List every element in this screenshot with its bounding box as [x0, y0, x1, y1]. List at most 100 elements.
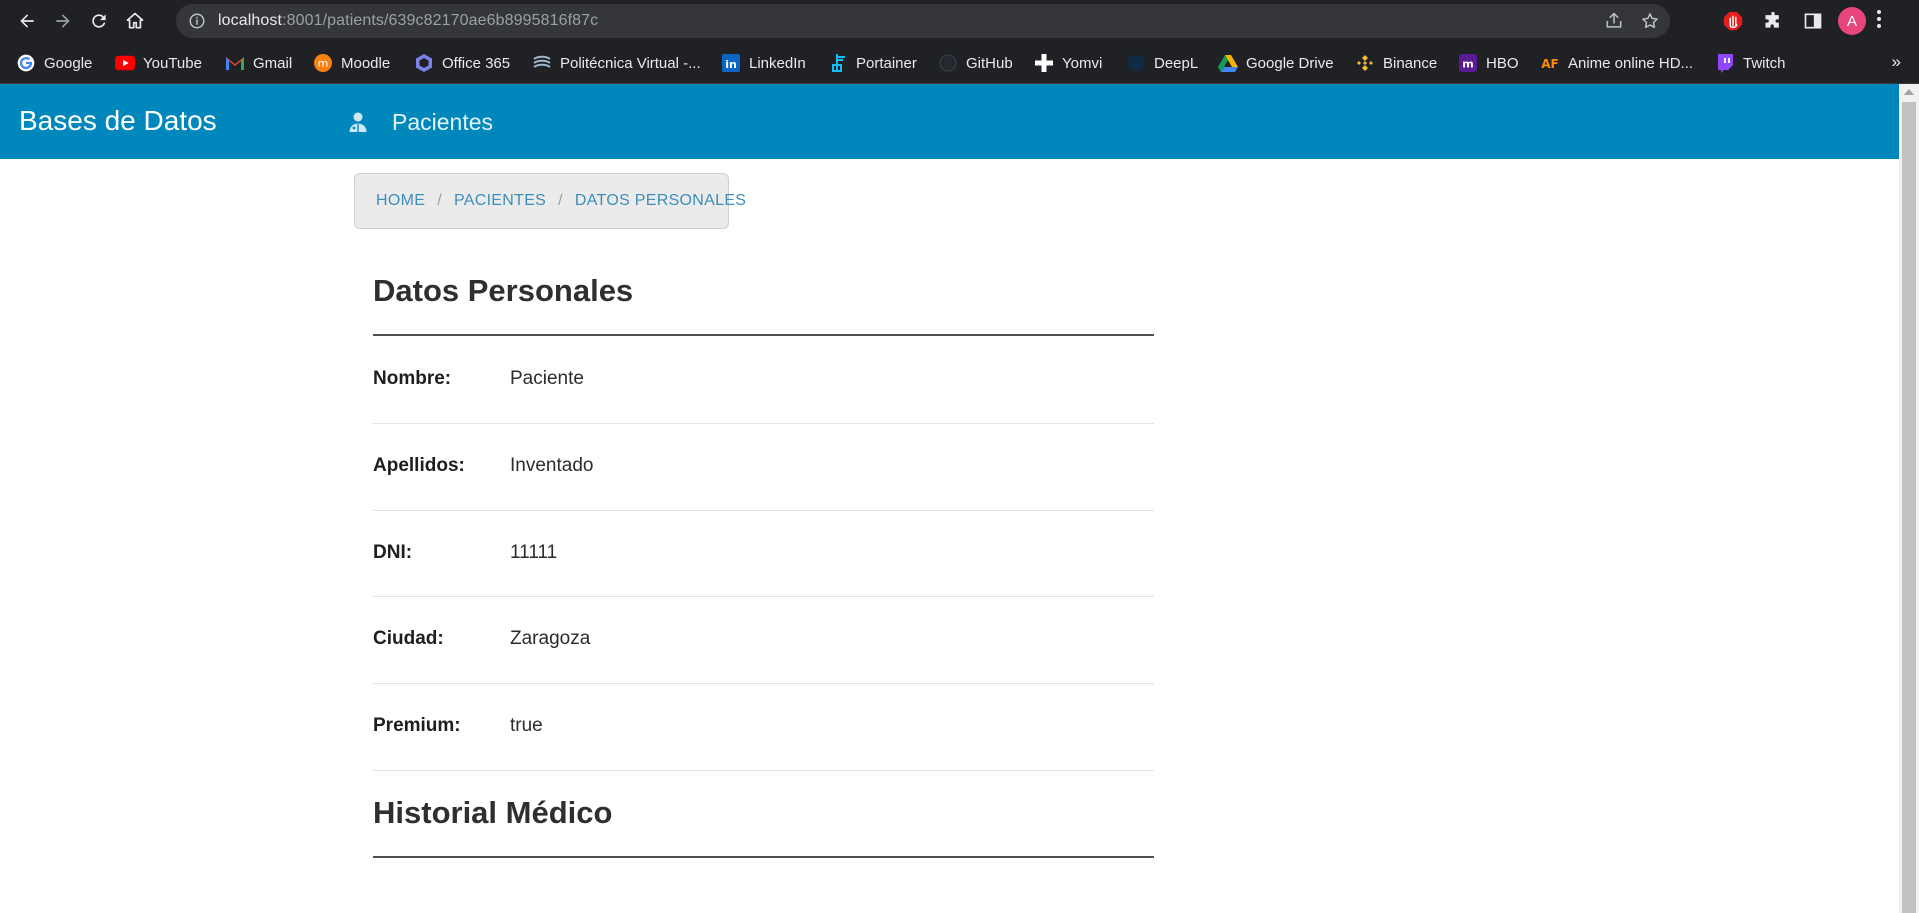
url-path: :8001/patients/639c82170ae6b8995816f87c [282, 12, 599, 29]
reload-button[interactable] [81, 3, 117, 39]
bookmark-gmail[interactable]: Gmail [225, 51, 292, 75]
home-button[interactable] [117, 3, 153, 39]
row-divider [373, 510, 1154, 511]
bookmarks-overflow-button[interactable]: » [1892, 52, 1901, 72]
bookmark-label: Google [44, 54, 93, 72]
page-scrollbar[interactable] [1899, 84, 1919, 913]
google-icon [16, 53, 36, 73]
bookmark-portainer[interactable]: Portainer [828, 51, 917, 75]
forward-button[interactable] [45, 3, 81, 39]
bookmarks-bar: Google YouTube Gmail m Moodle Office 365… [0, 42, 1919, 84]
bookmark-label: Google Drive [1246, 54, 1334, 72]
user-doctor-icon [349, 112, 367, 132]
nav-pacientes-label: Pacientes [392, 108, 494, 135]
row-divider [373, 596, 1154, 597]
field-value-apellidos: Inventado [510, 455, 594, 476]
bookmark-label: Anime online HD... [1568, 54, 1694, 72]
bookmark-label: LinkedIn [749, 54, 806, 72]
bookmark-binance[interactable]: Binance [1355, 51, 1437, 75]
arrow-right-icon [56, 14, 70, 28]
side-panel-button[interactable] [1798, 6, 1828, 36]
bookmark-linkedin[interactable]: in LinkedIn [721, 51, 806, 75]
adblock-extension[interactable] [1718, 6, 1748, 36]
breadcrumb: HOME / PACIENTES / DATOS PERSONALES [354, 173, 746, 229]
reload-icon [92, 14, 106, 28]
field-value-dni: 11111 [510, 542, 558, 563]
field-label-apellidos: Apellidos: [373, 455, 465, 476]
extensions-area: A [1718, 3, 1882, 39]
bookmark-anime-online[interactable]: AF Anime online HD... [1540, 51, 1693, 75]
bookmark-youtube[interactable]: YouTube [115, 51, 202, 75]
url-text[interactable]: localhost:8001/patients/639c82170ae6b899… [218, 12, 598, 30]
bookmark-label: Gmail [253, 54, 293, 72]
bookmark-label: Binance [1383, 54, 1438, 72]
field-label-premium: Premium: [373, 715, 461, 736]
bookmark-deepl[interactable]: DeepL [1126, 51, 1198, 75]
bookmark-label: Twitch [1743, 54, 1786, 72]
hbo-icon: m [1458, 53, 1478, 73]
svg-text:AF: AF [1541, 57, 1558, 71]
bookmark-twitch[interactable]: Twitch [1715, 51, 1786, 75]
twitch-icon [1715, 53, 1735, 73]
field-label-ciudad: Ciudad: [373, 628, 444, 649]
scroll-up-arrow[interactable] [1904, 89, 1914, 95]
drive-icon [1218, 53, 1238, 73]
puzzle-icon [1765, 11, 1779, 28]
animeflv-icon: AF [1540, 53, 1560, 73]
bookmark-github[interactable]: GitHub [938, 51, 1013, 75]
moodle-icon: m [313, 53, 333, 73]
extensions-button[interactable] [1758, 6, 1788, 36]
breadcrumb-separator: / [558, 192, 563, 209]
side-panel-icon [1804, 13, 1822, 29]
bookmark-label: DeepL [1154, 54, 1199, 72]
bookmark-label: Office 365 [442, 54, 511, 72]
site-info-icon[interactable] [188, 12, 206, 30]
row-divider [373, 683, 1154, 684]
address-bar[interactable]: localhost:8001/patients/639c82170ae6b899… [176, 4, 1670, 38]
bookmark-label: HBO [1486, 54, 1519, 72]
bookmark-moodle[interactable]: m Moodle [313, 51, 390, 75]
svg-text:m: m [318, 57, 329, 70]
bookmark-politecnica[interactable]: Politécnica Virtual -... [532, 51, 701, 75]
kebab-menu-icon [1877, 10, 1881, 28]
breadcrumb-datos-personales[interactable]: DATOS PERSONALES [575, 192, 746, 210]
nav-pacientes[interactable]: Pacientes [346, 106, 493, 138]
bookmark-star-icon[interactable] [1640, 11, 1660, 31]
brand-title[interactable]: Bases de Datos [19, 105, 217, 137]
github-icon [938, 53, 958, 73]
row-divider [373, 770, 1154, 771]
field-value-ciudad: Zaragoza [510, 628, 591, 649]
bookmark-label: Politécnica Virtual -... [560, 54, 701, 72]
gmail-icon [225, 53, 245, 73]
scrollbar-thumb[interactable] [1902, 102, 1916, 913]
profile-avatar[interactable]: A [1838, 7, 1866, 35]
field-value-premium: true [510, 715, 543, 736]
office-icon [414, 53, 434, 73]
app-header: Bases de Datos Pacientes [0, 84, 1899, 159]
field-value-nombre: Paciente [510, 368, 584, 389]
section-title-datos-personales: Datos Personales [373, 273, 634, 308]
url-host: localhost [218, 12, 283, 29]
linkedin-icon: in [721, 53, 741, 73]
bookmark-label: Yomvi [1062, 54, 1103, 72]
field-label-dni: DNI: [373, 542, 413, 563]
bookmark-google-drive[interactable]: Google Drive [1218, 51, 1334, 75]
back-button[interactable] [9, 3, 45, 39]
browser-menu-button[interactable] [1876, 9, 1882, 33]
binance-icon [1355, 53, 1375, 73]
bookmark-google[interactable]: Google [16, 51, 92, 75]
section-divider [373, 856, 1154, 858]
breadcrumb-home[interactable]: HOME [376, 192, 425, 210]
share-icon[interactable] [1604, 11, 1624, 31]
portainer-icon [828, 53, 848, 73]
browser-toolbar: localhost:8001/patients/639c82170ae6b899… [0, 0, 1919, 42]
bookmark-hbo[interactable]: m HBO [1458, 51, 1519, 75]
field-label-nombre: Nombre: [373, 368, 452, 389]
politecnica-icon [532, 53, 552, 73]
arrow-left-icon [20, 14, 34, 28]
bookmark-label: GitHub [966, 54, 1013, 72]
breadcrumb-pacientes[interactable]: PACIENTES [454, 192, 546, 210]
bookmark-office365[interactable]: Office 365 [414, 51, 510, 75]
row-divider [373, 423, 1154, 424]
bookmark-yomvi[interactable]: Yomvi [1034, 51, 1102, 75]
